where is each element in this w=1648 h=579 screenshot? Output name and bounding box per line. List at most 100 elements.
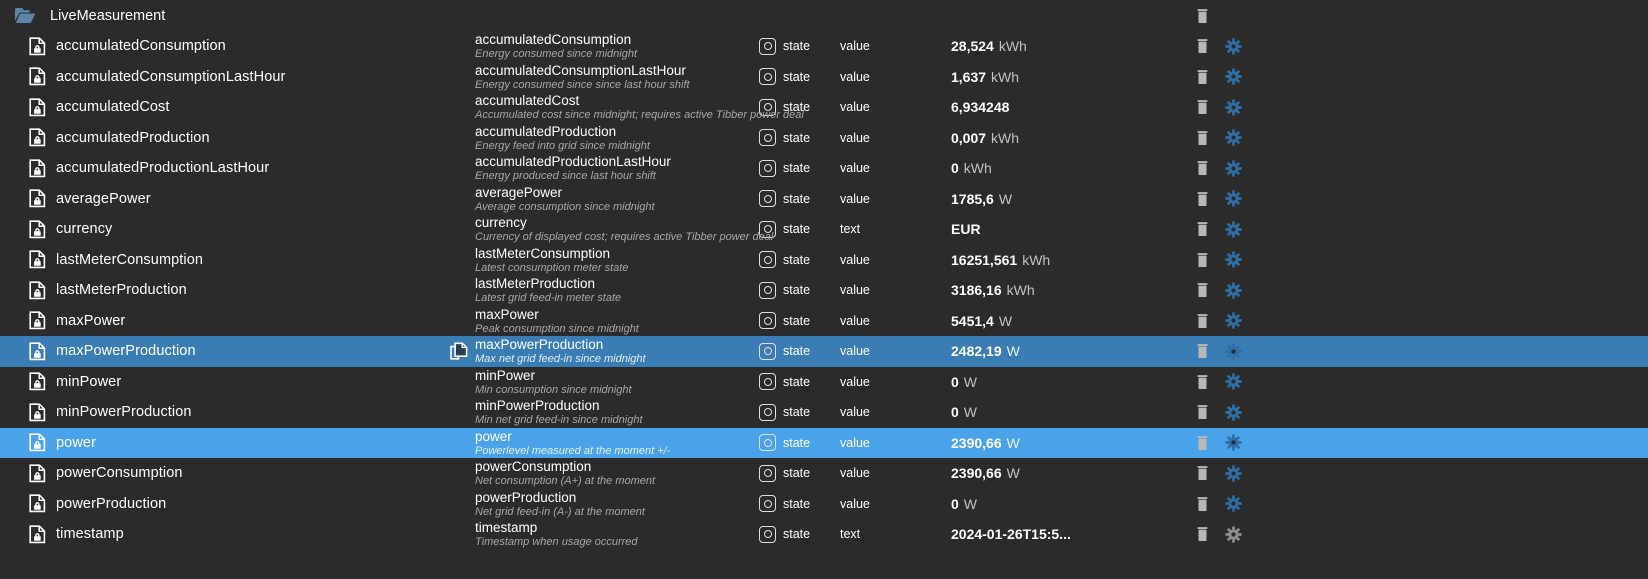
state-circle-icon[interactable] bbox=[759, 251, 776, 269]
gear-icon[interactable] bbox=[1225, 526, 1242, 543]
table-row[interactable]: accumulatedProductionLastHour accumulated… bbox=[0, 153, 1648, 184]
gear-icon[interactable] bbox=[1225, 312, 1242, 329]
trash-icon[interactable] bbox=[1195, 435, 1210, 451]
state-label: state bbox=[783, 435, 811, 450]
copy-icon[interactable] bbox=[450, 342, 468, 360]
gear-icon[interactable] bbox=[1225, 434, 1242, 451]
trash-icon[interactable] bbox=[1195, 191, 1210, 207]
state-circle-icon[interactable] bbox=[759, 434, 776, 452]
document-lock-icon bbox=[29, 494, 46, 513]
state-circle-icon[interactable] bbox=[759, 342, 776, 360]
trash-icon[interactable] bbox=[1195, 221, 1210, 237]
datapoint-description: Accumulated cost since midnight; require… bbox=[475, 109, 804, 122]
trash-icon[interactable] bbox=[1195, 465, 1210, 481]
trash-icon[interactable] bbox=[1195, 69, 1210, 85]
table-row[interactable]: powerConsumption powerConsumption Net cons… bbox=[0, 458, 1648, 489]
trash-icon[interactable] bbox=[1195, 38, 1210, 54]
table-row[interactable]: powerProduction powerProduction Net grid f… bbox=[0, 488, 1648, 519]
gear-icon[interactable] bbox=[1225, 373, 1242, 390]
state-label: state bbox=[783, 313, 811, 328]
table-row[interactable]: power power Powerlevel measured at the mom… bbox=[0, 427, 1648, 459]
table-row[interactable]: maxPower maxPower Peak consumption since m… bbox=[0, 305, 1648, 337]
trash-icon[interactable] bbox=[1195, 343, 1210, 359]
folder-header-row[interactable]: LiveMeasurement bbox=[0, 0, 1648, 31]
row-state-power: state bbox=[755, 428, 840, 459]
trash-icon[interactable] bbox=[1195, 282, 1210, 298]
gear-icon[interactable] bbox=[1225, 282, 1242, 299]
table-row[interactable]: currency currency Currency of displayed co… bbox=[0, 214, 1648, 245]
state-circle-icon[interactable] bbox=[759, 312, 776, 330]
table-row[interactable]: minPowerProduction minPowerProduction Min … bbox=[0, 397, 1648, 428]
table-row[interactable]: accumulatedConsumption accumulatedConsump… bbox=[0, 31, 1648, 62]
datapoint-description: Latest grid feed-in meter state bbox=[475, 292, 622, 305]
state-circle-icon[interactable] bbox=[759, 464, 776, 482]
table-row[interactable]: accumulatedCost accumulatedCost Accumulate… bbox=[0, 92, 1648, 123]
state-circle-icon[interactable] bbox=[759, 68, 776, 86]
value-unit: W bbox=[963, 404, 978, 421]
row-mid-accumulatedCost: accumulatedCost Accumulated cost since mi… bbox=[440, 92, 804, 123]
document-lock-icon bbox=[29, 464, 46, 483]
document-lock-icon bbox=[29, 250, 46, 269]
trash-icon[interactable] bbox=[1195, 313, 1210, 329]
row-state-maxPower: state bbox=[755, 306, 840, 337]
row-type-maxPower: value bbox=[840, 306, 950, 337]
row-actions-lastMeterConsumption bbox=[1165, 245, 1648, 276]
gear-icon[interactable] bbox=[1225, 160, 1242, 177]
gear-icon[interactable] bbox=[1225, 68, 1242, 85]
table-row[interactable]: lastMeterProduction lastMeterProduction La… bbox=[0, 275, 1648, 306]
type-label: value bbox=[840, 161, 870, 176]
value-unit: kWh bbox=[963, 160, 992, 177]
state-label: state bbox=[783, 39, 811, 54]
row-state-accumulatedConsumptionLastHour: state bbox=[755, 62, 840, 93]
trash-icon[interactable] bbox=[1195, 160, 1210, 176]
gear-icon[interactable] bbox=[1225, 343, 1242, 360]
gear-icon[interactable] bbox=[1225, 221, 1242, 238]
state-circle-icon[interactable] bbox=[759, 37, 776, 55]
type-label: value bbox=[840, 496, 870, 511]
trash-icon[interactable] bbox=[1195, 8, 1210, 24]
table-row[interactable]: minPower minPower Min consumption since mi… bbox=[0, 366, 1648, 397]
gear-icon[interactable] bbox=[1225, 465, 1242, 482]
state-circle-icon[interactable] bbox=[759, 159, 776, 177]
table-row[interactable]: timestamp timestamp Timestamp when usage o… bbox=[0, 519, 1648, 550]
type-label: value bbox=[840, 435, 870, 450]
datapoint-description: Powerlevel measured at the moment +/- bbox=[475, 444, 671, 457]
row-left-accumulatedProductionLastHour: accumulatedProductionLastHour bbox=[0, 153, 440, 184]
trash-icon[interactable] bbox=[1195, 526, 1210, 542]
gear-icon[interactable] bbox=[1225, 404, 1242, 421]
state-label: state bbox=[783, 252, 811, 267]
trash-icon[interactable] bbox=[1195, 496, 1210, 512]
gear-icon[interactable] bbox=[1225, 190, 1242, 207]
table-row[interactable]: averagePower averagePower Average consumpt… bbox=[0, 183, 1648, 214]
gear-icon[interactable] bbox=[1225, 129, 1242, 146]
state-label: state bbox=[783, 283, 811, 298]
row-type-maxPowerProduction: value bbox=[840, 336, 950, 367]
state-circle-icon[interactable] bbox=[759, 190, 776, 208]
trash-icon[interactable] bbox=[1195, 252, 1210, 268]
type-label: value bbox=[840, 130, 870, 145]
state-circle-icon[interactable] bbox=[759, 495, 776, 513]
trash-icon[interactable] bbox=[1195, 99, 1210, 115]
table-row[interactable]: accumulatedConsumptionLastHour accumulate… bbox=[0, 61, 1648, 93]
row-left-accumulatedConsumptionLastHour: accumulatedConsumptionLastHour bbox=[0, 62, 440, 93]
table-row[interactable]: maxPowerProduction maxPowerProduction Max … bbox=[0, 336, 1648, 367]
gear-icon[interactable] bbox=[1225, 251, 1242, 268]
state-circle-icon[interactable] bbox=[759, 281, 776, 299]
gear-icon[interactable] bbox=[1225, 38, 1242, 55]
table-row[interactable]: accumulatedProduction accumulatedProducti… bbox=[0, 122, 1648, 153]
trash-icon[interactable] bbox=[1195, 404, 1210, 420]
state-circle-icon[interactable] bbox=[759, 129, 776, 147]
gear-icon[interactable] bbox=[1225, 99, 1242, 116]
row-mid-currency: currency Currency of displayed cost; requ… bbox=[440, 214, 773, 245]
trash-icon[interactable] bbox=[1195, 130, 1210, 146]
row-left-timestamp: timestamp bbox=[0, 519, 440, 550]
trash-icon[interactable] bbox=[1195, 374, 1210, 390]
state-circle-icon[interactable] bbox=[759, 525, 776, 543]
state-circle-icon[interactable] bbox=[759, 403, 776, 421]
row-mid-power: power Powerlevel measured at the moment +… bbox=[440, 428, 755, 459]
table-row[interactable]: lastMeterConsumption lastMeterConsumption… bbox=[0, 244, 1648, 276]
value-unit: W bbox=[963, 495, 978, 512]
state-circle-icon[interactable] bbox=[759, 373, 776, 391]
gear-icon[interactable] bbox=[1225, 495, 1242, 512]
value-unit: W bbox=[998, 312, 1013, 329]
